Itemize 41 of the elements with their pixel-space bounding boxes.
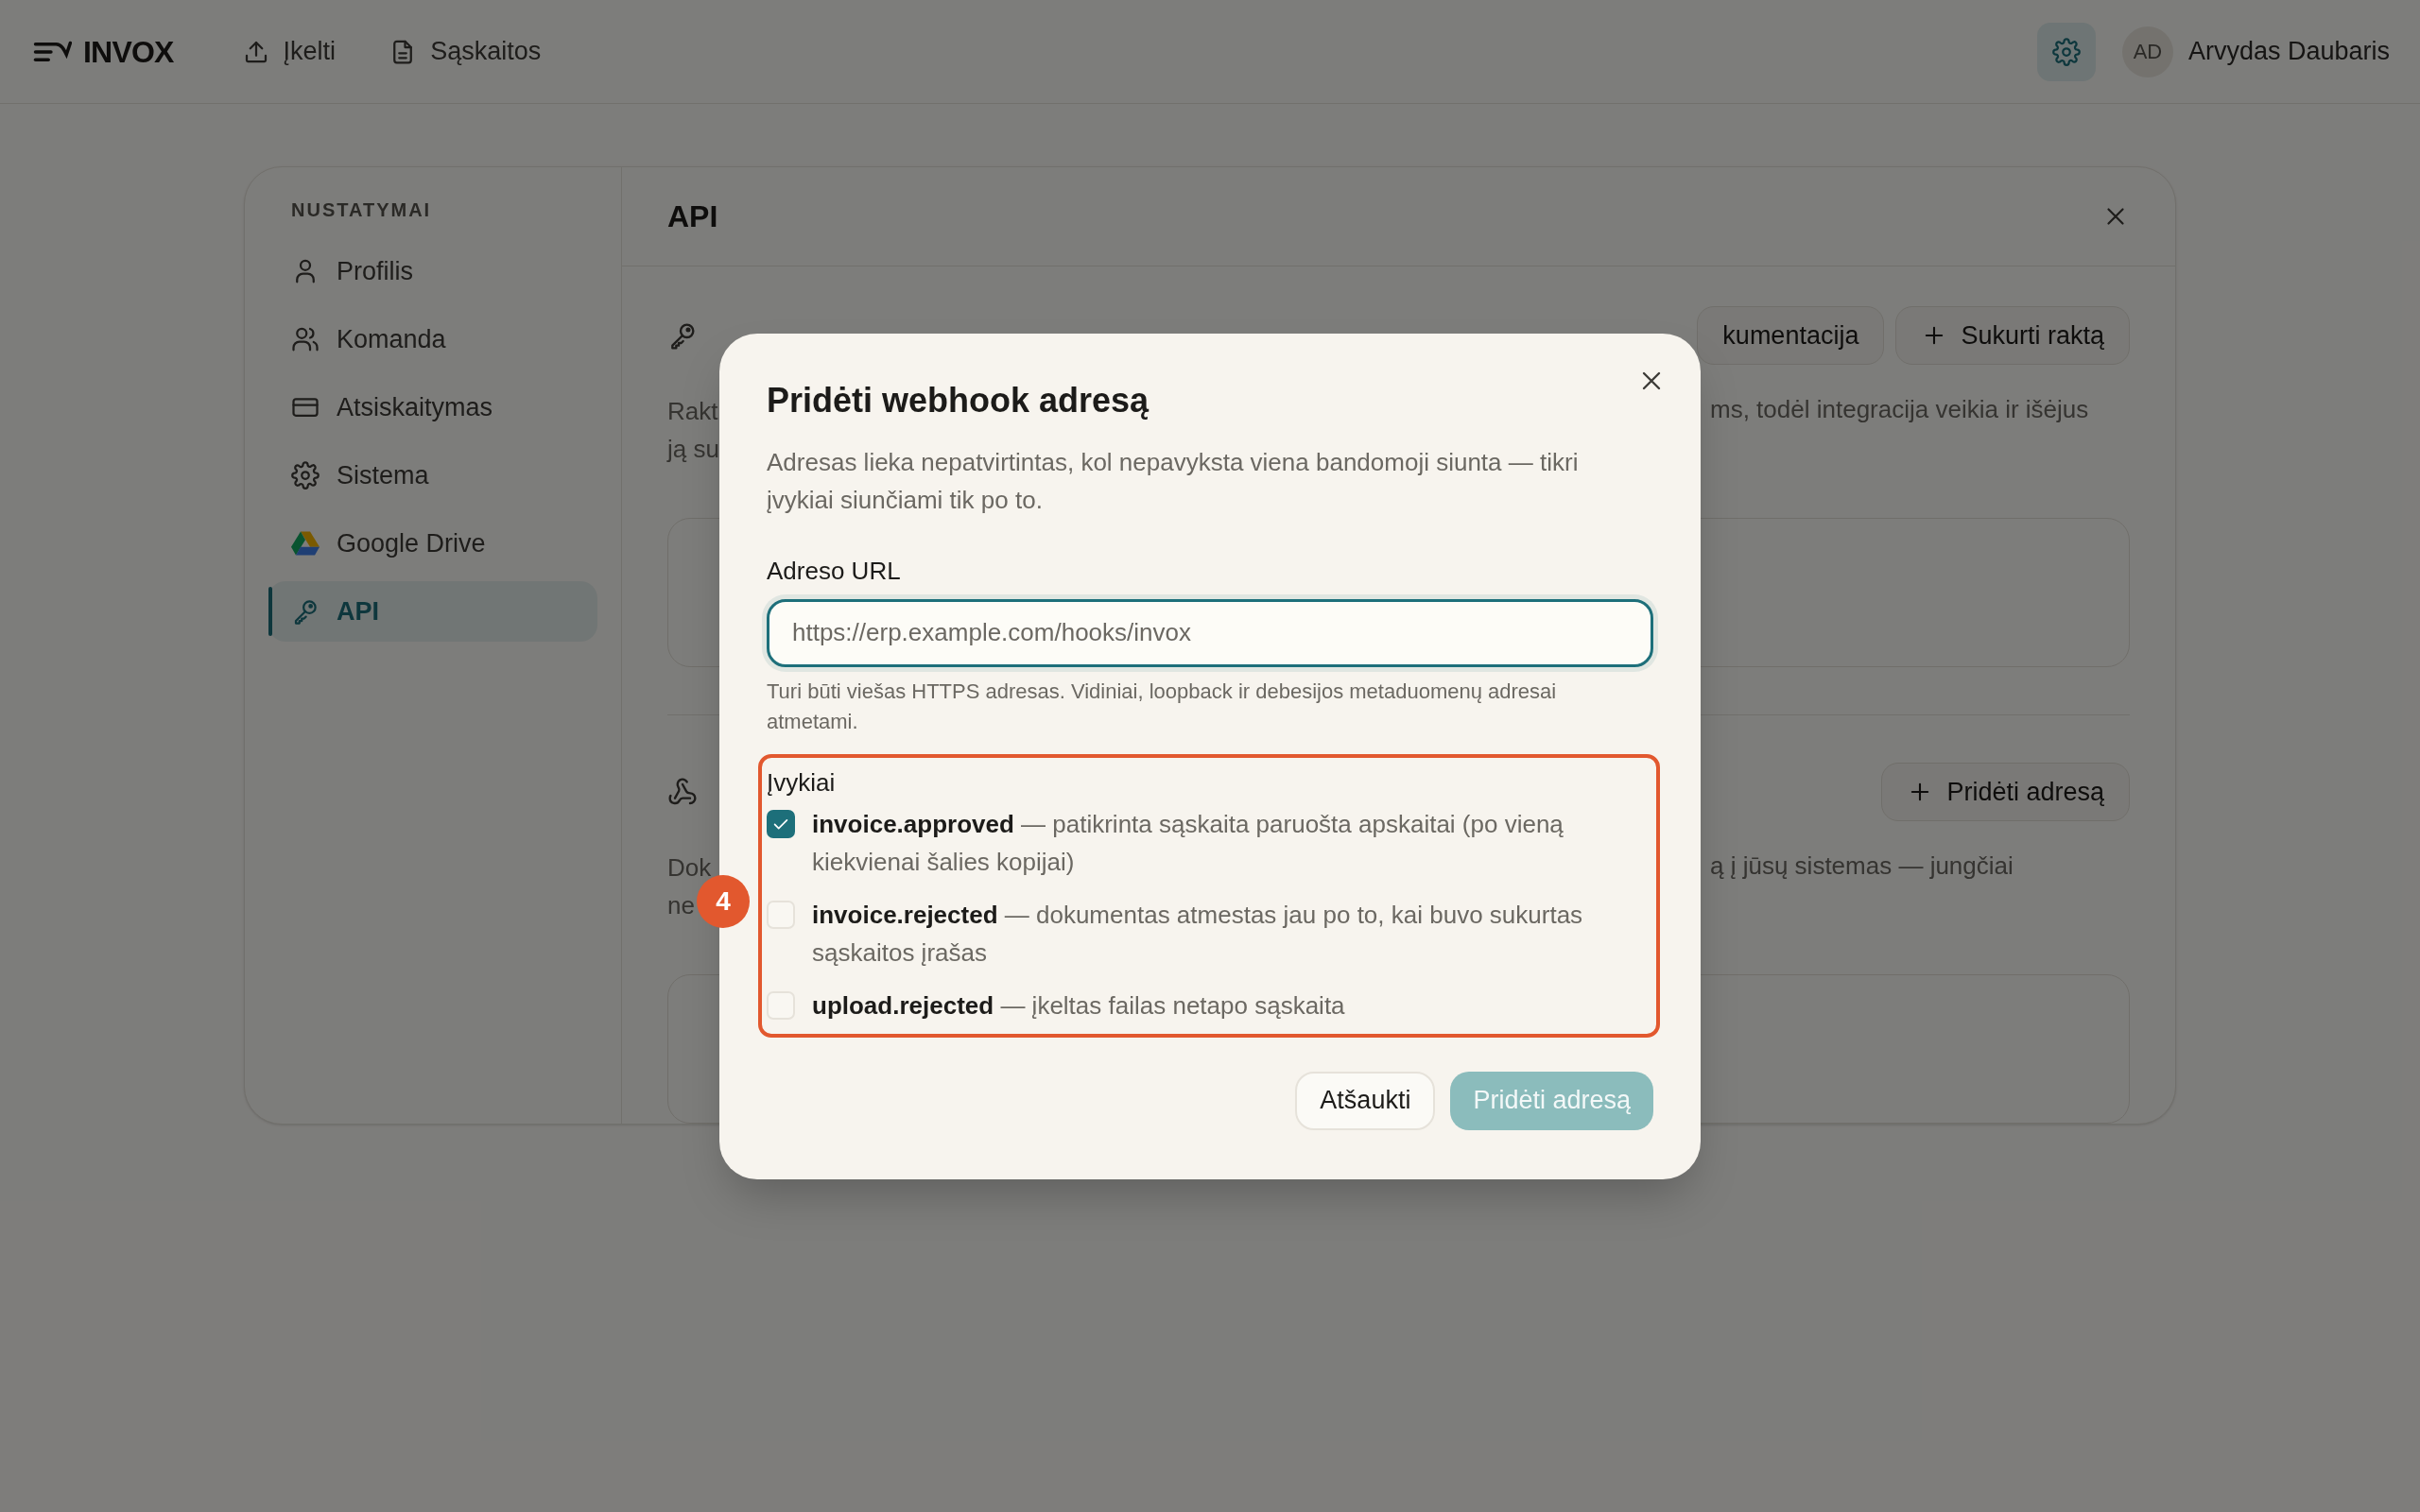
section-text: ją su: [667, 434, 719, 465]
sidebar-heading: NUSTATYMAI: [290, 198, 433, 222]
sidebar-item[interactable]: Profilis: [268, 241, 597, 301]
nav-link[interactable]: Įkelti: [241, 32, 337, 71]
checkbox[interactable]: [767, 809, 795, 838]
section-text: ą į jūsų sistemas — jungčiai: [1710, 850, 2014, 882]
section-button[interactable]: Pridėti adresą: [1881, 763, 2130, 821]
logo-text: INVOX: [83, 33, 174, 71]
dialog-title: Pridėti webhook adresą: [767, 379, 1150, 421]
section-button[interactable]: kumentacija: [1697, 306, 1885, 365]
url-field[interactable]: https://erp.example.com/hooks/invox: [767, 598, 1653, 667]
event-option: invoice.approved — patikrinta sąskaita paruošta apskaitai (po vieną kiekvienai šalies kopijai): [812, 804, 1653, 881]
webhook-icon: [667, 777, 698, 807]
gear-icon: [2051, 37, 2081, 66]
events-label: Įvykiai: [767, 766, 837, 799]
section-text: ms, todėl integracija veikia ir išėjus: [1710, 394, 2090, 425]
people-icon: [291, 325, 320, 353]
field-hint: Turi būti viešas HTTPS adresas. Vidiniai, loopback ir debesijos metaduomenų adresai atmetami.: [767, 678, 1558, 735]
active-indicator: [268, 587, 272, 636]
panel-title: API: [667, 198, 718, 235]
gear-icon: [291, 461, 320, 490]
sidebar-item[interactable]: Komanda: [268, 309, 597, 369]
section-text: Rakt: [667, 396, 719, 427]
dialog-description: Adresas lieka nepatvirtintas, kol nepavyksta viena bandomoji siunta — tikri įvykiai siunčiami tik po to.: [767, 446, 1580, 516]
sidebar-item[interactable]: Sistema: [268, 445, 597, 506]
settings-button[interactable]: [2036, 22, 2096, 81]
section-button[interactable]: Sukurti raktą: [1895, 306, 2130, 365]
sidebar-item[interactable]: API: [268, 581, 597, 642]
checkbox[interactable]: [767, 990, 795, 1020]
drive-icon: [291, 529, 320, 558]
sidebar-item[interactable]: Atsiskaitymas: [268, 377, 597, 438]
checkbox[interactable]: [767, 900, 795, 929]
event-option: upload.rejected — įkeltas failas netapo sąskaita: [812, 986, 1345, 1024]
sidebar-item[interactable]: Google Drive: [268, 513, 597, 574]
user-name: Arvydas Daubaris: [2187, 36, 2390, 68]
field-label: Adreso URL: [767, 555, 902, 587]
user-avatar[interactable]: AD: [2121, 26, 2173, 77]
nav-link[interactable]: Sąskaitos: [389, 32, 542, 71]
event-option: invoice.rejected — dokumentas atmestas jau po to, kai buvo sukurtas sąskaitos įrašas: [812, 895, 1653, 971]
cancel-button[interactable]: Atšaukti: [1295, 1071, 1436, 1130]
section-text: ne: [667, 890, 696, 921]
